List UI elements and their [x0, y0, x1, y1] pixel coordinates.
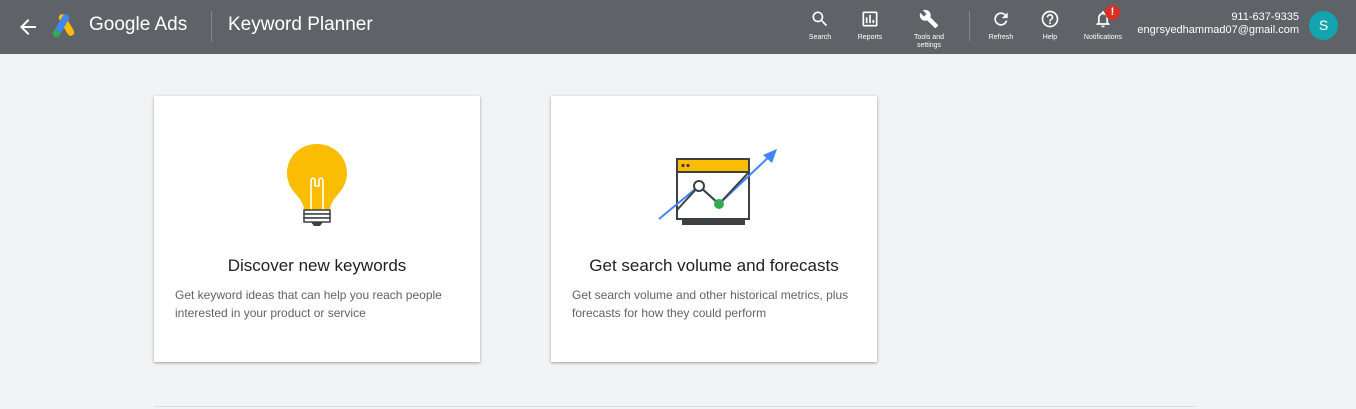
notifications-label: Notifications — [1083, 34, 1123, 41]
lightbulb-icon — [287, 144, 347, 226]
refresh-button[interactable]: Refresh — [986, 9, 1016, 42]
help-icon — [1041, 10, 1059, 28]
top-app-bar: Google Ads Keyword Planner Search Report… — [0, 0, 1356, 54]
reports-label: Reports — [857, 34, 883, 41]
search-volume-forecasts-card[interactable]: Get search volume and forecasts Get sear… — [551, 96, 877, 362]
reports-button[interactable]: Reports — [854, 9, 886, 42]
card-description: Get search volume and other historical m… — [572, 288, 849, 320]
discover-keywords-card[interactable]: Discover new keywords Get keyword ideas … — [154, 96, 480, 362]
refresh-icon — [994, 12, 1008, 26]
tools-settings-button[interactable]: Tools and settings — [909, 9, 949, 50]
forecast-chart-icon — [658, 149, 777, 225]
notification-badge: ! — [1105, 5, 1120, 20]
wrench-icon — [919, 9, 939, 29]
help-label: Help — [1042, 34, 1058, 41]
avatar[interactable]: S — [1309, 11, 1338, 40]
search-label: Search — [808, 34, 832, 41]
scrollbar[interactable] — [1346, 54, 1356, 409]
card-description: Get keyword ideas that can help you reac… — [175, 288, 442, 320]
search-icon — [812, 11, 828, 27]
brand-name[interactable]: Google Ads — [89, 14, 187, 36]
header-divider — [211, 11, 212, 42]
content-divider — [154, 406, 1196, 407]
card-title[interactable]: Discover new keywords — [154, 256, 480, 276]
back-arrow-icon[interactable] — [16, 15, 40, 39]
search-button[interactable]: Search — [806, 9, 834, 42]
google-ads-logo-icon[interactable] — [52, 14, 78, 38]
tools-settings-label: Tools and settings — [914, 34, 944, 49]
reports-icon — [862, 11, 878, 27]
card-title[interactable]: Get search volume and forecasts — [551, 256, 877, 276]
help-button[interactable]: Help — [1037, 9, 1063, 42]
account-info[interactable]: 911-637-9335 engrsyedhammad07@gmail.com — [1137, 11, 1299, 37]
page-title: Keyword Planner — [228, 14, 373, 35]
refresh-label: Refresh — [988, 34, 1014, 41]
account-phone: 911-637-9335 — [1231, 11, 1299, 23]
toolbar-divider — [969, 11, 970, 41]
account-email: engrsyedhammad07@gmail.com — [1137, 24, 1299, 36]
